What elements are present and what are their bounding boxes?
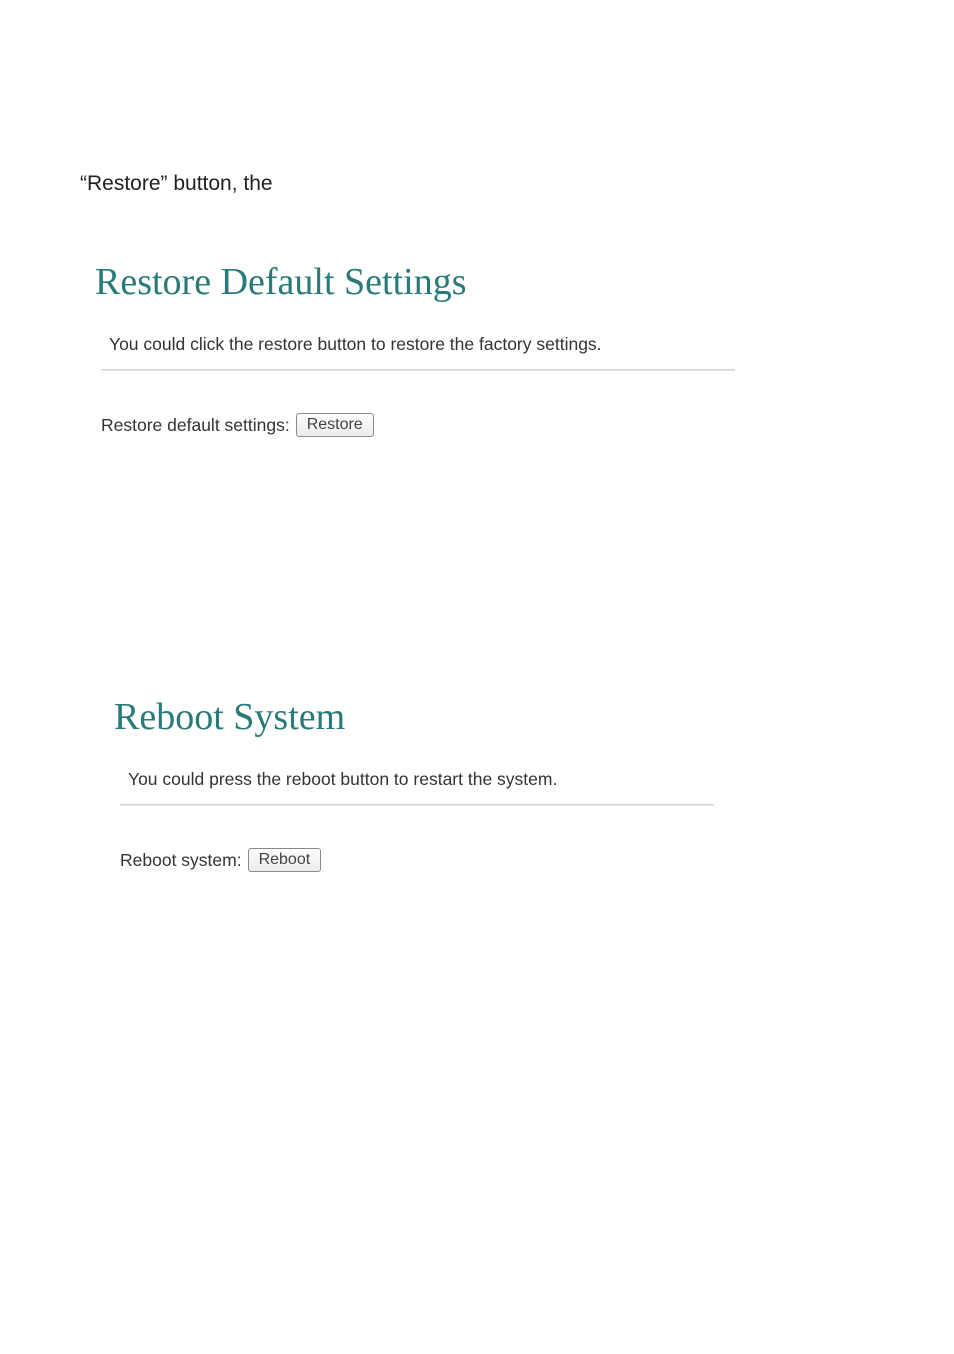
reboot-action-row: Reboot system: Reboot	[120, 848, 714, 872]
restore-field-label: Restore default settings:	[101, 415, 290, 436]
restore-divider	[101, 369, 735, 371]
reboot-section-title: Reboot System	[114, 695, 714, 739]
reboot-section-description: You could press the reboot button to res…	[128, 769, 714, 790]
intro-text-fragment: “Restore” button, the	[80, 172, 273, 196]
restore-default-settings-panel: Restore Default Settings You could click…	[95, 260, 735, 437]
reboot-divider	[120, 804, 714, 806]
restore-section-title: Restore Default Settings	[95, 260, 735, 304]
reboot-system-panel: Reboot System You could press the reboot…	[114, 695, 714, 872]
reboot-field-label: Reboot system:	[120, 850, 242, 871]
restore-button[interactable]: Restore	[296, 413, 374, 437]
restore-action-row: Restore default settings: Restore	[101, 413, 735, 437]
restore-section-description: You could click the restore button to re…	[109, 334, 735, 355]
reboot-button[interactable]: Reboot	[248, 848, 322, 872]
